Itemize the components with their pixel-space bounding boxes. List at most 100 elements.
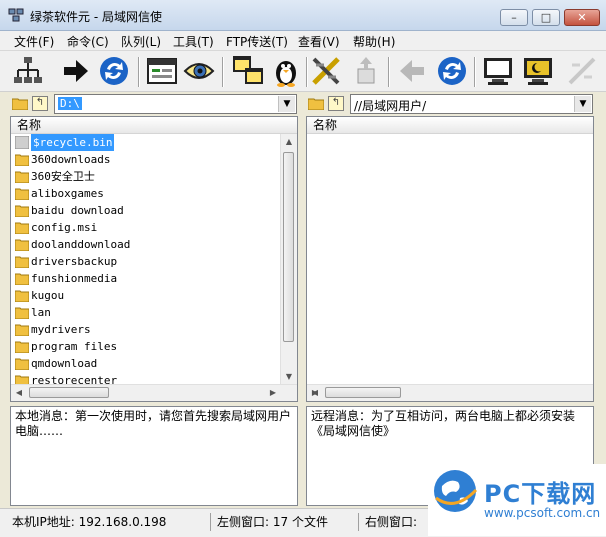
scroll-down-icon[interactable]: ▼ [281,369,297,385]
arrow-right-icon[interactable] [60,55,92,87]
local-message-text: 本地消息：第一次使用时，请您首先搜索局域网用户电脑…… [15,409,292,438]
folder-icon [15,273,29,285]
right-column-header[interactable]: 名称 [307,117,593,134]
menu-queue[interactable]: 队列(L) [121,33,161,50]
left-file-list: $recycle.bin 360downloads 360安全卫士 aliboxgam… [11,134,283,389]
scroll-up-icon[interactable]: ▲ [281,134,297,150]
toolbar-separator [474,57,476,87]
file-row[interactable]: program files [11,338,283,355]
left-column-header[interactable]: 名称 [11,117,297,134]
upload-icon[interactable] [350,55,382,87]
left-vertical-scrollbar[interactable]: ▲ ▼ [280,134,297,385]
browser-window-icon[interactable] [146,55,178,87]
right-path-row: ↰ //局域网用户/ ▼ [306,94,593,114]
folder-icon [15,239,29,251]
chevron-down-icon[interactable]: ▼ [574,96,591,112]
windows-copy-icon[interactable] [232,55,264,87]
folder-icon [15,171,29,183]
file-row[interactable]: kugou [11,287,283,304]
left-file-panel: 名称 $recycle.bin 360downloads 360安全卫士 alibox… [10,116,298,402]
minimize-button[interactable]: – [500,9,528,26]
disconnect-icon[interactable] [310,55,342,87]
right-file-panel: 名称 ◀ ▶ [306,116,594,402]
folder-icon [15,290,29,302]
file-name: kugou [31,289,65,302]
toolbar-separator [138,57,140,87]
folder-icon [15,324,29,336]
folder-icon [15,188,29,200]
menu-view[interactable]: 查看(V) [298,33,340,50]
scroll-thumb[interactable] [283,152,294,342]
chevron-down-icon[interactable]: ▼ [278,96,295,112]
file-name: $recycle.bin [31,134,115,151]
remote-message-text: 远程消息：为了互相访问，两台电脑上都必须安装《局域网信使》 [311,409,576,438]
status-ip: 本机IP地址: 192.168.0.198 [12,515,167,529]
menu-bar: 文件(F) 命令(C) 队列(L) 工具(T) FTP传送(T) 查看(V) 帮… [0,31,606,51]
folder-icon [15,341,29,353]
file-row[interactable]: aliboxgames [11,185,283,202]
scroll-thumb[interactable] [29,387,109,398]
file-row[interactable]: 360安全卫士 [11,168,283,185]
watermark-title: PC下载网 [484,480,597,508]
file-row[interactable]: doolanddownload [11,236,283,253]
file-name: qmdownload [31,357,98,370]
penguin-icon[interactable] [270,55,302,87]
file-name: 360downloads [31,153,111,166]
file-name: funshionmedia [31,272,118,285]
cut-icon[interactable] [566,55,598,87]
left-path-text: D:\ [58,97,82,110]
right-path-combo[interactable]: //局域网用户/ ▼ [350,94,593,114]
file-row[interactable]: lan [11,304,283,321]
menu-ftp[interactable]: FTP传送(T) [226,33,288,50]
watermark-url: www.pcsoft.com.cn [484,506,601,520]
globe-logo-icon [434,470,478,512]
up-folder-icon[interactable]: ↰ [32,96,48,111]
title-bar: 绿茶软件元 - 局域网信使 – □ ✕ [0,0,606,31]
file-row[interactable]: driversbackup [11,253,283,270]
arrow-left-icon[interactable] [396,55,428,87]
folder-icon[interactable] [12,97,28,110]
refresh-icon[interactable] [98,55,130,87]
maximize-button[interactable]: □ [532,9,560,26]
folder-icon[interactable] [308,97,324,110]
right-path-text: //局域网用户/ [354,99,427,113]
scroll-left-icon[interactable]: ◀ [11,385,27,401]
file-name: config.msi [31,221,98,234]
refresh-icon[interactable] [436,55,468,87]
scroll-right-icon[interactable]: ▶ [307,385,323,401]
scroll-right-icon[interactable]: ▶ [265,385,281,401]
toolbar [0,51,606,92]
file-row[interactable]: config.msi [11,219,283,236]
left-horizontal-scrollbar[interactable]: ◀ ▶ [11,384,297,401]
scroll-thumb[interactable] [325,387,401,398]
file-name: doolanddownload [31,238,131,251]
menu-tools[interactable]: 工具(T) [173,33,214,50]
left-path-combo[interactable]: D:\ ▼ [54,94,297,114]
menu-command[interactable]: 命令(C) [67,33,109,50]
local-message-box: 本地消息：第一次使用时，请您首先搜索局域网用户电脑…… [10,406,298,506]
folder-icon [15,307,29,319]
network-icon[interactable] [12,55,44,87]
file-row[interactable]: $recycle.bin [11,134,283,151]
file-row[interactable]: qmdownload [11,355,283,372]
toolbar-separator [222,57,224,87]
folder-icon [15,256,29,268]
up-folder-icon[interactable]: ↰ [328,96,344,111]
folder-icon [15,136,29,149]
close-button[interactable]: ✕ [564,9,600,26]
status-left-window: 左侧窗口: 17 个文件 [210,513,328,531]
file-row[interactable]: 360downloads [11,151,283,168]
file-row[interactable]: funshionmedia [11,270,283,287]
menu-help[interactable]: 帮助(H) [353,33,395,50]
folder-icon [15,154,29,166]
folder-icon [15,205,29,217]
file-name: lan [31,306,51,319]
folder-icon [15,358,29,370]
right-horizontal-scrollbar[interactable]: ◀ ▶ [307,384,593,401]
file-row[interactable]: mydrivers [11,321,283,338]
monitor-icon[interactable] [482,55,514,87]
menu-file[interactable]: 文件(F) [14,33,54,50]
file-row[interactable]: baidu download [11,202,283,219]
moon-screen-icon[interactable] [522,55,554,87]
eye-icon[interactable] [183,55,215,87]
